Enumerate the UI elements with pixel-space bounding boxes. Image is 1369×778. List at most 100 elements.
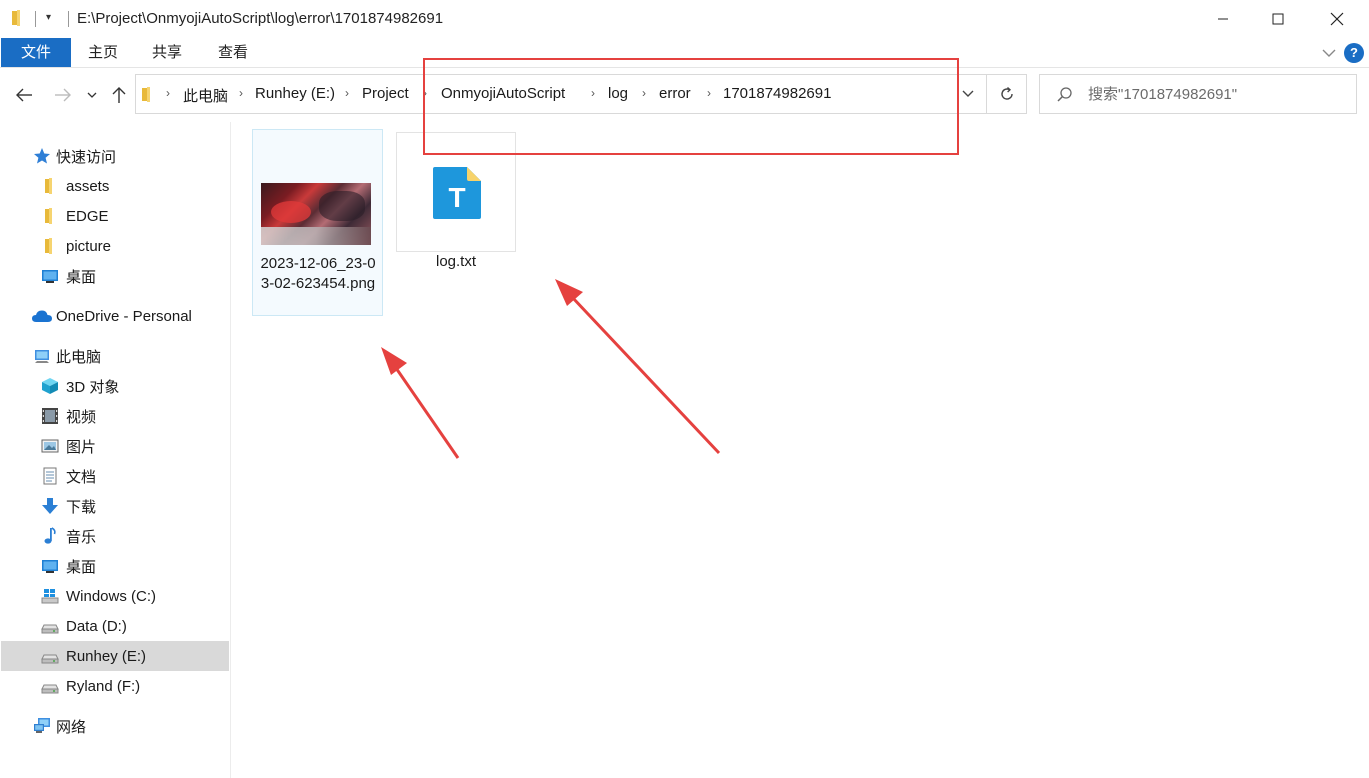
sidebar-item-label: Runhey (E:) xyxy=(66,647,147,665)
chevron-right-icon[interactable]: › xyxy=(239,86,243,100)
forward-button[interactable] xyxy=(50,82,76,108)
file-item-screenshot-png[interactable]: 2023-12-06_23-03-02-623454.png xyxy=(252,129,383,316)
divider xyxy=(68,11,69,27)
sidebar-item-label: 图片 xyxy=(66,438,97,456)
quick-access-dropdown[interactable]: ▾ xyxy=(46,12,58,26)
sidebar-item-quick-access[interactable]: 快速访问 xyxy=(1,141,229,171)
maximize-icon xyxy=(1272,13,1284,25)
sidebar-item-downloads[interactable]: 下载 xyxy=(1,491,229,521)
file-explorer-window: ▾ E:\Project\OnmyojiAutoScript\log\error… xyxy=(0,0,1369,778)
close-icon xyxy=(1330,12,1344,26)
sidebar-item-label: 网络 xyxy=(56,718,87,736)
music-icon xyxy=(44,527,56,544)
sidebar-item-pictures[interactable]: 图片 xyxy=(1,431,229,461)
text-file-letter: T xyxy=(448,182,465,213)
star-icon xyxy=(34,148,50,164)
sidebar-item-desktop-quick[interactable]: 桌面 xyxy=(1,261,229,291)
windows-drive-icon xyxy=(41,589,59,604)
breadcrumb-this-pc[interactable]: 此电脑 xyxy=(183,85,228,106)
text-file-icon: T xyxy=(433,167,481,219)
search-box[interactable] xyxy=(1039,74,1357,114)
sidebar-item-picture[interactable]: picture xyxy=(1,231,229,261)
thumbnail-detail xyxy=(271,201,311,223)
sidebar-item-label: Ryland (F:) xyxy=(66,677,141,695)
back-button[interactable] xyxy=(11,82,37,108)
chevron-right-icon[interactable]: › xyxy=(166,86,170,100)
sidebar-item-drive-d[interactable]: Data (D:) xyxy=(1,611,229,641)
drive-icon xyxy=(41,684,59,694)
sidebar-item-music[interactable]: 音乐 xyxy=(1,521,229,551)
arrow-right-icon xyxy=(55,88,71,102)
drive-icon xyxy=(41,654,59,664)
sidebar-item-onedrive[interactable]: OneDrive - Personal xyxy=(1,301,229,331)
folder-icon xyxy=(12,10,20,26)
search-input[interactable] xyxy=(1088,83,1348,105)
cloud-icon xyxy=(32,310,52,322)
help-button[interactable]: ? xyxy=(1344,43,1364,63)
minimize-button[interactable] xyxy=(1196,0,1250,38)
sidebar-item-label: 文档 xyxy=(66,468,97,486)
breadcrumb-project[interactable]: Project xyxy=(362,85,409,102)
refresh-icon xyxy=(1000,86,1013,100)
desktop-icon xyxy=(42,560,58,573)
sidebar-item-3d-objects[interactable]: 3D 对象 xyxy=(1,371,229,401)
chevron-right-icon[interactable]: › xyxy=(345,86,349,100)
folder-icon xyxy=(45,178,52,194)
desktop-icon xyxy=(42,270,58,283)
file-name: 2023-12-06_23-03-02-623454.png xyxy=(260,255,376,292)
address-dropdown-icon[interactable] xyxy=(962,90,974,98)
sidebar-item-label: 音乐 xyxy=(66,528,97,546)
chevron-down-icon[interactable] xyxy=(1320,44,1338,62)
up-button[interactable] xyxy=(106,82,132,108)
picture-icon xyxy=(41,439,59,453)
sidebar-item-label: EDGE xyxy=(66,207,109,225)
sidebar-item-drive-c[interactable]: Windows (C:) xyxy=(1,581,229,611)
arrow-up-icon xyxy=(112,87,126,103)
tab-view[interactable]: 查看 xyxy=(202,38,264,67)
sidebar-item-label: Data (D:) xyxy=(66,617,127,635)
recent-locations-button[interactable] xyxy=(82,82,102,108)
minimize-icon xyxy=(1218,18,1228,20)
sidebar-item-label: 下载 xyxy=(66,498,97,516)
folder-icon xyxy=(142,87,150,102)
chevron-down-icon xyxy=(87,92,97,98)
sidebar-item-label: OneDrive - Personal xyxy=(56,307,192,325)
sidebar-item-label: assets xyxy=(66,177,110,195)
video-icon xyxy=(42,408,58,424)
drive-icon xyxy=(41,624,59,634)
title-bar: ▾ E:\Project\OnmyojiAutoScript\log\error… xyxy=(0,0,1369,38)
breadcrumb-drive-e[interactable]: Runhey (E:) xyxy=(255,85,335,102)
tab-file[interactable]: 文件 xyxy=(1,38,71,67)
sidebar-item-documents[interactable]: 文档 xyxy=(1,461,229,491)
sidebar-item-label: 3D 对象 xyxy=(66,378,120,396)
sidebar-item-label: 桌面 xyxy=(66,268,97,286)
search-icon xyxy=(1057,87,1072,102)
cube-icon xyxy=(42,378,58,394)
sidebar-item-desktop[interactable]: 桌面 xyxy=(1,551,229,581)
sidebar-item-label: picture xyxy=(66,237,112,255)
close-button[interactable] xyxy=(1310,0,1364,38)
sidebar-item-this-pc[interactable]: 此电脑 xyxy=(1,341,229,371)
file-list-area: 2023-12-06_23-03-02-623454.png T log.txt xyxy=(232,122,1369,778)
sidebar-item-videos[interactable]: 视频 xyxy=(1,401,229,431)
sidebar-item-label: 此电脑 xyxy=(56,348,102,366)
annotation-highlight-box xyxy=(423,58,959,155)
refresh-button[interactable] xyxy=(987,74,1027,114)
tab-share[interactable]: 共享 xyxy=(136,38,198,67)
sidebar-item-edge[interactable]: EDGE xyxy=(1,201,229,231)
sidebar-item-assets[interactable]: assets xyxy=(1,171,229,201)
arrow-left-icon xyxy=(16,88,32,102)
window-title: E:\Project\OnmyojiAutoScript\log\error\1… xyxy=(77,10,444,27)
sidebar-item-label: 快速访问 xyxy=(56,148,117,166)
maximize-button[interactable] xyxy=(1251,0,1305,38)
sidebar-item-drive-e[interactable]: Runhey (E:) xyxy=(1,641,229,671)
tab-home[interactable]: 主页 xyxy=(72,38,134,67)
download-icon xyxy=(42,498,58,514)
network-icon xyxy=(34,718,50,733)
thumbnail-detail xyxy=(261,227,371,245)
sidebar-item-network[interactable]: 网络 xyxy=(1,711,229,741)
computer-icon xyxy=(35,350,49,363)
divider xyxy=(35,11,36,27)
sidebar-item-drive-f[interactable]: Ryland (F:) xyxy=(1,671,229,701)
image-thumbnail xyxy=(261,183,371,245)
